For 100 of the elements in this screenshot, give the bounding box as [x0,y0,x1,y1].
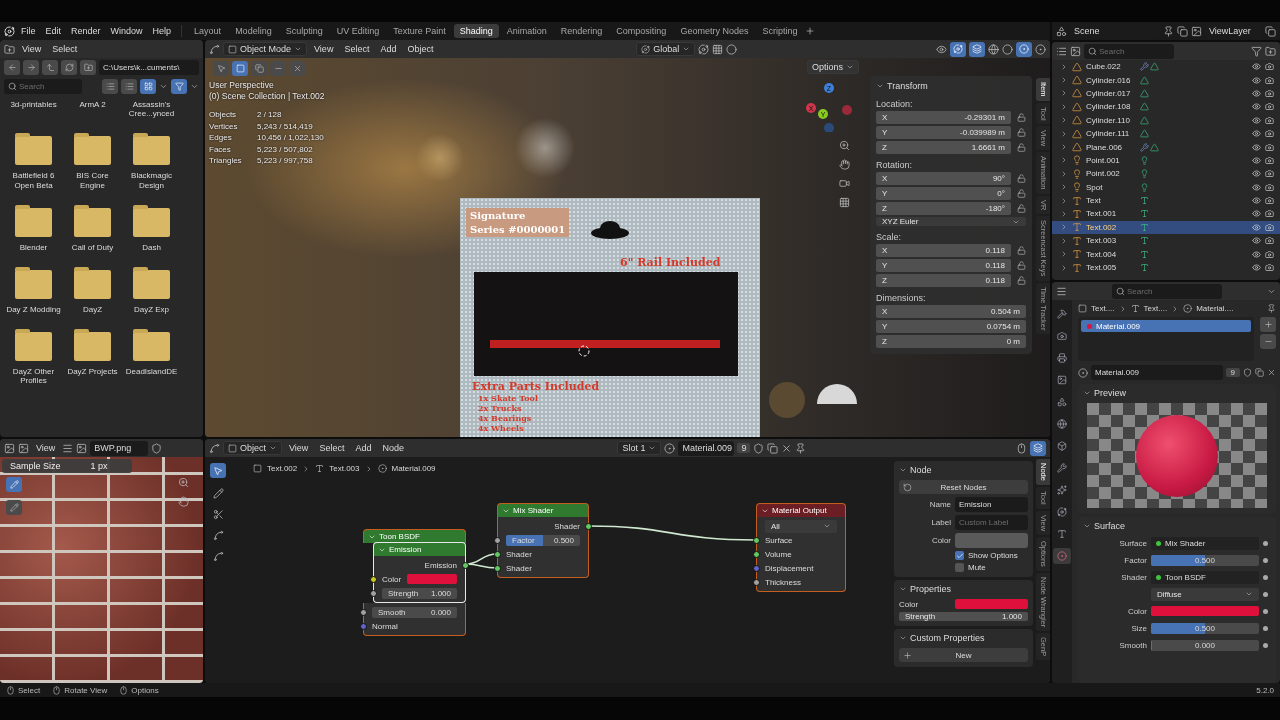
menu-item[interactable]: Render [67,26,105,36]
folder-item[interactable]: ArmA 2 [63,100,122,119]
material-name-field[interactable]: Material.009 [1091,365,1223,380]
node-header[interactable]: Toon BSDF [363,529,466,543]
outliner-row[interactable]: Cylinder.111 [1052,126,1280,141]
label-field[interactable]: Custom Label [955,515,1028,530]
number-field[interactable]: Z 1.6661 m [876,141,1011,154]
workspace-tab[interactable]: Modeling [229,24,278,38]
number-field[interactable]: Y 0° [876,187,1011,200]
strength-field[interactable]: Strength 1.000 [899,612,1028,621]
folder-item[interactable]: DayZ Other Profiles [4,328,63,386]
distribution-dropdown[interactable]: Diffuse [1151,587,1259,601]
menu-item[interactable]: Add [351,443,376,453]
number-field[interactable]: X 0.118 [876,244,1011,257]
workspace-tab[interactable]: Sculpting [279,24,329,38]
material-name-field[interactable]: Material.009 [678,440,735,456]
workspace-tab[interactable]: UV Editing [330,24,386,38]
folder-item[interactable]: Day Z Modding [4,265,63,315]
number-field[interactable]: Y 0.0754 m [876,320,1026,333]
menu-item[interactable]: View [32,443,60,453]
menu-item[interactable]: Select [48,44,82,54]
workspace-tab[interactable]: Texture Paint [387,24,452,38]
sample-size-field[interactable]: Sample Size 1 px [2,459,132,473]
folder-item[interactable]: Blackmagic Design [122,132,181,190]
outliner-row[interactable]: Cylinder.017 [1052,86,1280,101]
menu-item[interactable]: Edit [41,26,66,36]
menu-item[interactable]: Select [315,443,349,453]
path-field[interactable]: C:\Users\k...cuments\ [99,60,199,75]
outliner-row[interactable]: Text.003 [1052,234,1280,248]
workspace-tab[interactable]: Shading [453,24,499,38]
menu-item[interactable]: Object [403,44,438,54]
outliner-row[interactable]: Spot [1052,180,1280,194]
folder-item[interactable]: DeadIslandDE [122,328,181,386]
folder-item[interactable]: Assassin's Cree...ynced [122,100,181,119]
image-name-field[interactable]: BWP.png [90,440,149,456]
number-field[interactable]: Y -0.039989 m [876,126,1011,139]
menu-item[interactable]: Window [106,26,147,36]
workspace-tab[interactable]: Rendering [554,24,609,38]
number-field[interactable]: X -0.29301 m [876,111,1011,124]
shader-link-field[interactable]: Mix Shader [1151,536,1259,550]
outliner-row[interactable]: Text [1052,193,1280,208]
folder-item[interactable]: Call of Duty [63,203,122,252]
folder-item[interactable]: DayZ Projects [63,328,122,386]
menu-item[interactable]: View [310,44,338,54]
workspace-tab[interactable]: Animation [500,24,553,38]
orientation-dropdown[interactable]: Global [636,42,696,56]
menu-item[interactable]: File [17,26,40,36]
folder-item[interactable]: BIS Core Engine [63,132,122,190]
folder-item[interactable]: DayZ Exp [122,265,181,315]
outliner-row[interactable]: Plane.006 [1052,140,1280,154]
outliner-row[interactable]: Cylinder.108 [1052,100,1280,114]
number-field[interactable]: Y 0.118 [876,259,1011,272]
number-field[interactable]: X 90° [876,172,1011,185]
folder-item[interactable]: Dash [122,203,181,252]
options-dropdown[interactable]: Options [807,60,860,74]
outliner-row[interactable]: Cube.022 [1052,60,1280,74]
folder-item[interactable]: Battlefield 6 Open Beta [4,132,63,190]
workspace-tab[interactable]: Layout [188,24,228,38]
search-field[interactable]: Search [4,79,82,94]
search-field[interactable]: Search [1112,283,1222,299]
node-header[interactable]: Mix Shader [497,503,589,517]
shader-type-dropdown[interactable]: Object [223,441,282,455]
number-field[interactable]: Z 0 m [876,335,1026,348]
workspace-tab[interactable]: Compositing [610,24,673,38]
menu-item[interactable]: Node [378,443,408,453]
menu-item[interactable]: Select [340,44,374,54]
factor-slider[interactable]: Factor 0.500 [506,534,580,546]
outliner-row[interactable]: Text.001 [1052,207,1280,221]
menu-item[interactable]: Add [376,44,401,54]
name-field[interactable]: Emission [955,497,1028,512]
outliner-row[interactable]: Text.002 [1052,220,1280,235]
outliner-row[interactable]: Cylinder.110 [1052,113,1280,127]
material-slot[interactable]: Material.009 [1081,320,1251,332]
outliner-row[interactable]: Text.004 [1052,247,1280,261]
slot-dropdown[interactable]: Slot 1 [617,441,662,455]
menu-item[interactable]: View [18,44,46,54]
number-field[interactable]: Z 0.118 [876,274,1011,287]
value-slider[interactable]: 0.000 [1151,639,1259,651]
number-field[interactable]: Smooth 0.000 [372,606,457,618]
outliner-row[interactable]: Text.005 [1052,260,1280,275]
number-field[interactable]: Strength 1.000 [382,587,457,599]
menu-item[interactable]: View [285,443,313,453]
number-field[interactable]: X 0.504 m [876,305,1026,318]
folder-item[interactable]: Blender [4,203,63,252]
value-slider[interactable]: 0.500 [1151,622,1259,634]
mode-dropdown[interactable]: Object Mode [223,42,308,56]
workspace-tab[interactable]: Geometry Nodes [674,24,755,38]
outliner-row[interactable]: Cylinder.016 [1052,73,1280,87]
rotation-mode-dropdown[interactable]: XYZ Euler [876,217,1026,226]
search-field[interactable]: Search [1084,43,1174,59]
value-slider[interactable]: 0.500 [1151,554,1259,566]
target-dropdown[interactable]: All [765,519,837,533]
outliner-row[interactable]: Point.002 [1052,167,1280,181]
new-property-button[interactable]: New [899,648,1028,662]
folder-item[interactable]: 3d-printables [4,100,63,119]
workspace-tab[interactable]: Scripting [756,24,804,38]
outliner-row[interactable]: Point.001 [1052,153,1280,168]
folder-item[interactable]: DayZ [63,265,122,315]
node-header[interactable]: Emission [373,542,466,556]
shader-link-field[interactable]: Toon BSDF [1151,570,1259,584]
